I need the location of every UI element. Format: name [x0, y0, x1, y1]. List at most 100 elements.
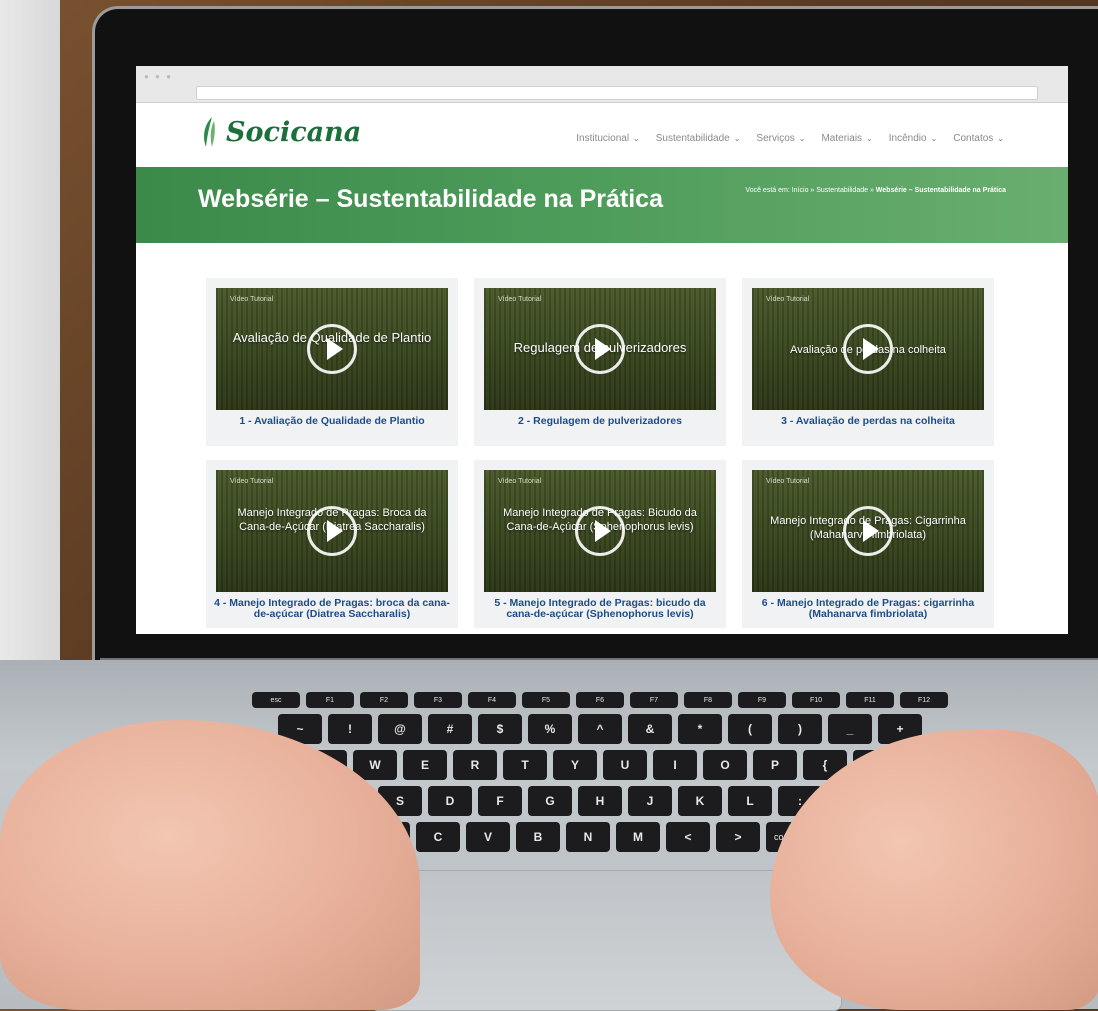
- breadcrumb: Você está em: Início » Sustentabilidade …: [716, 185, 1006, 196]
- nav-item-institucional[interactable]: Institucional ⌄: [576, 133, 640, 144]
- key[interactable]: B: [516, 822, 560, 852]
- key[interactable]: #: [428, 714, 472, 744]
- site-header: Socicana Institucional ⌄ Sustentabilidade…: [136, 103, 1068, 167]
- video-thumbnail[interactable]: Vídeo Tutorial Avaliação de Qualidade de…: [216, 288, 448, 410]
- video-caption[interactable]: 3 - Avaliação de perdas na colheita: [748, 416, 988, 427]
- video-thumbnail[interactable]: Vídeo Tutorial Avaliação de perdas na co…: [752, 288, 984, 410]
- key[interactable]: *: [678, 714, 722, 744]
- video-grid: Vídeo Tutorial Avaliação de Qualidade de…: [206, 278, 1008, 628]
- nav-item-materiais[interactable]: Materiais ⌄: [821, 133, 872, 144]
- key[interactable]: %: [528, 714, 572, 744]
- key[interactable]: R: [453, 750, 497, 780]
- key[interactable]: F9: [738, 692, 786, 708]
- key[interactable]: D: [428, 786, 472, 816]
- video-caption[interactable]: 5 - Manejo Integrado de Pragas: bicudo d…: [480, 598, 720, 620]
- play-icon[interactable]: [575, 506, 625, 556]
- key[interactable]: V: [466, 822, 510, 852]
- video-thumbnail[interactable]: Vídeo Tutorial Regulagem de pulverizador…: [484, 288, 716, 410]
- nav-item-contatos[interactable]: Contatos ⌄: [953, 133, 1004, 144]
- key[interactable]: F10: [792, 692, 840, 708]
- address-bar[interactable]: [196, 86, 1038, 100]
- key[interactable]: G: [528, 786, 572, 816]
- key[interactable]: $: [478, 714, 522, 744]
- key[interactable]: F1: [306, 692, 354, 708]
- key[interactable]: N: [566, 822, 610, 852]
- chevron-down-icon: ⌄: [930, 134, 938, 143]
- play-icon[interactable]: [843, 506, 893, 556]
- key[interactable]: H: [578, 786, 622, 816]
- logo-text: Socicana: [226, 116, 362, 148]
- key[interactable]: F6: [576, 692, 624, 708]
- key[interactable]: J: [628, 786, 672, 816]
- key[interactable]: _: [828, 714, 872, 744]
- key[interactable]: K: [678, 786, 722, 816]
- play-icon[interactable]: [307, 506, 357, 556]
- page-title: Websérie – Sustentabilidade na Prática: [198, 185, 663, 213]
- key[interactable]: L: [728, 786, 772, 816]
- nav-item-sustentabilidade[interactable]: Sustentabilidade ⌄: [656, 133, 741, 144]
- breadcrumb-prefix[interactable]: Você está em: Início » Sustentabilidade …: [745, 187, 873, 194]
- key[interactable]: Y: [553, 750, 597, 780]
- nav-label: Institucional: [576, 133, 630, 144]
- video-card[interactable]: Vídeo Tutorial Manejo Integrado de Praga…: [742, 460, 994, 628]
- chevron-down-icon: ⌄: [997, 134, 1004, 143]
- key[interactable]: F8: [684, 692, 732, 708]
- nav-item-servicos[interactable]: Serviços ⌄: [756, 133, 805, 144]
- key[interactable]: F2: [360, 692, 408, 708]
- chevron-down-icon: ⌄: [866, 134, 873, 143]
- key[interactable]: F5: [522, 692, 570, 708]
- nav-label: Serviços: [756, 133, 795, 144]
- video-caption[interactable]: 6 - Manejo Integrado de Pragas: cigarrin…: [748, 598, 988, 620]
- leaf-logo-icon: [204, 117, 215, 147]
- key[interactable]: F: [478, 786, 522, 816]
- key[interactable]: P: [753, 750, 797, 780]
- key[interactable]: F4: [468, 692, 516, 708]
- key[interactable]: T: [503, 750, 547, 780]
- key[interactable]: M: [616, 822, 660, 852]
- play-icon[interactable]: [307, 324, 357, 374]
- key[interactable]: ): [778, 714, 822, 744]
- key[interactable]: <: [666, 822, 710, 852]
- main-nav: Institucional ⌄ Sustentabilidade ⌄ Serviço…: [576, 133, 1004, 144]
- chevron-down-icon: ⌄: [633, 134, 640, 143]
- key[interactable]: E: [403, 750, 447, 780]
- video-card[interactable]: Vídeo Tutorial Avaliação de Qualidade de…: [206, 278, 458, 446]
- video-caption[interactable]: 4 - Manejo Integrado de Pragas: broca da…: [212, 598, 452, 620]
- play-icon[interactable]: [575, 324, 625, 374]
- key[interactable]: (: [728, 714, 772, 744]
- video-caption[interactable]: 2 - Regulagem de pulverizadores: [480, 416, 720, 427]
- video-tag: Vídeo Tutorial: [230, 296, 274, 303]
- key[interactable]: F3: [414, 692, 462, 708]
- video-caption[interactable]: 1 - Avaliação de Qualidade de Plantio: [212, 416, 452, 427]
- window-controls-icon[interactable]: ● ● ●: [144, 72, 173, 81]
- key[interactable]: U: [603, 750, 647, 780]
- video-tag: Vídeo Tutorial: [766, 478, 810, 485]
- video-tag: Vídeo Tutorial: [498, 478, 542, 485]
- key[interactable]: >: [716, 822, 760, 852]
- key[interactable]: F12: [900, 692, 948, 708]
- breadcrumb-current: Websérie – Sustentabilidade na Prática: [875, 187, 1006, 194]
- key[interactable]: ^: [578, 714, 622, 744]
- video-card[interactable]: Vídeo Tutorial Regulagem de pulverizador…: [474, 278, 726, 446]
- key[interactable]: C: [416, 822, 460, 852]
- video-thumbnail[interactable]: Vídeo Tutorial Manejo Integrado de Praga…: [216, 470, 448, 592]
- nav-item-incendio[interactable]: Incêndio ⌄: [889, 133, 938, 144]
- logo[interactable]: Socicana: [198, 115, 361, 149]
- key[interactable]: O: [703, 750, 747, 780]
- key[interactable]: !: [328, 714, 372, 744]
- video-thumbnail[interactable]: Vídeo Tutorial Manejo Integrado de Praga…: [484, 470, 716, 592]
- play-icon[interactable]: [843, 324, 893, 374]
- key[interactable]: &: [628, 714, 672, 744]
- key[interactable]: @: [378, 714, 422, 744]
- chevron-down-icon: ⌄: [798, 134, 806, 143]
- video-card[interactable]: Vídeo Tutorial Avaliação de perdas na co…: [742, 278, 994, 446]
- page-hero: Websérie – Sustentabilidade na Prática V…: [136, 167, 1068, 243]
- video-thumbnail[interactable]: Vídeo Tutorial Manejo Integrado de Praga…: [752, 470, 984, 592]
- key[interactable]: F7: [630, 692, 678, 708]
- video-card[interactable]: Vídeo Tutorial Manejo Integrado de Praga…: [206, 460, 458, 628]
- key[interactable]: I: [653, 750, 697, 780]
- chevron-down-icon: ⌄: [733, 134, 741, 143]
- video-card[interactable]: Vídeo Tutorial Manejo Integrado de Praga…: [474, 460, 726, 628]
- key[interactable]: F11: [846, 692, 894, 708]
- key[interactable]: esc: [252, 692, 300, 708]
